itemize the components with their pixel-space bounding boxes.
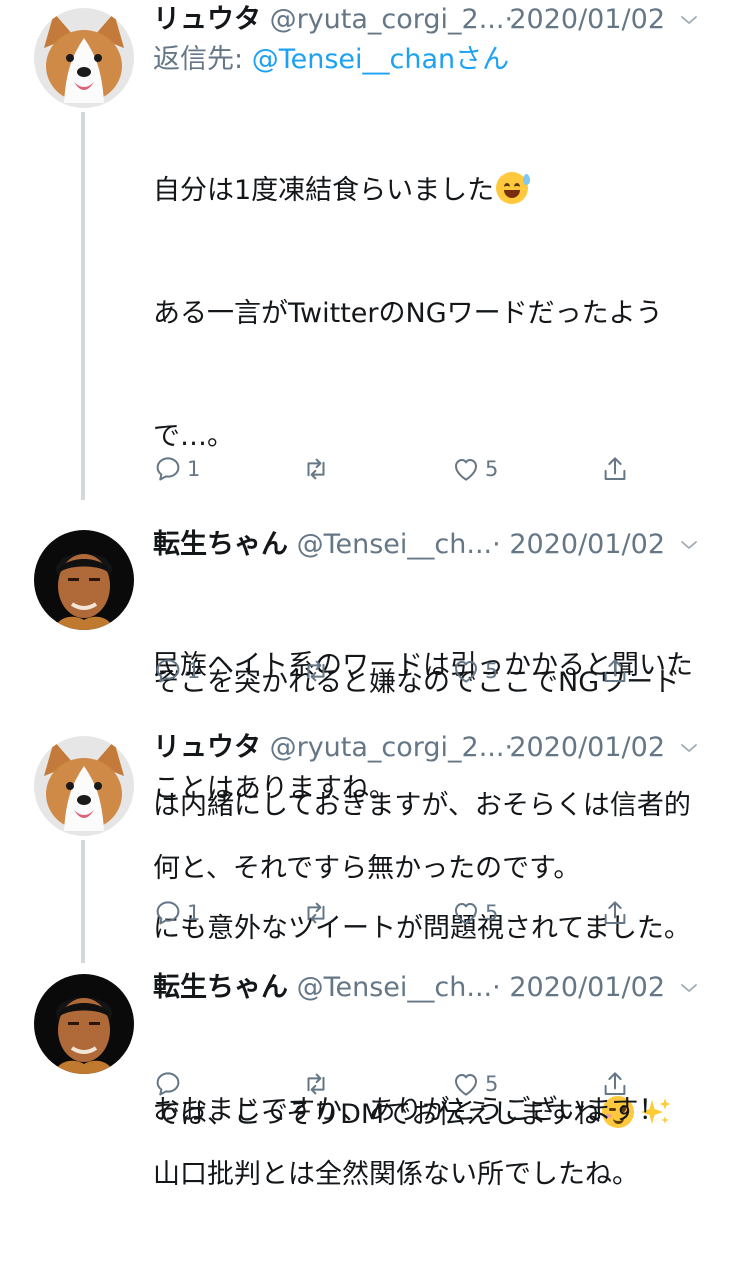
reply-icon xyxy=(153,1069,183,1099)
share-icon xyxy=(600,454,630,484)
tweet[interactable]: 転生ちゃん @Tensei__ch...· 2020/01/02 民族ヘイト系の… xyxy=(0,525,743,804)
avatar[interactable] xyxy=(34,530,134,630)
tweet-date[interactable]: 2020/01/02 xyxy=(509,968,665,1008)
replying-to: 返信先: @Tensei__chanさん xyxy=(153,40,509,80)
share-icon xyxy=(600,656,630,686)
chevron-down-icon[interactable] xyxy=(677,8,701,32)
retweet-button[interactable] xyxy=(301,1064,335,1104)
heart-icon xyxy=(451,656,481,686)
reply-icon xyxy=(153,454,183,484)
share-button[interactable] xyxy=(600,651,630,691)
user-handle[interactable]: @Tensei__ch... xyxy=(297,529,493,560)
reply-button[interactable]: 1 xyxy=(153,651,200,691)
user-handle[interactable]: @Tensei__ch... xyxy=(297,972,493,1003)
retweet-icon xyxy=(301,454,331,484)
display-name[interactable]: 転生ちゃん xyxy=(153,972,288,1003)
tweet[interactable]: 転生ちゃん @Tensei__ch...· 2020/01/02 おおまじですか… xyxy=(0,968,743,1126)
heart-icon xyxy=(451,898,481,928)
chevron-down-icon[interactable] xyxy=(677,736,701,760)
like-button[interactable]: 5 xyxy=(451,449,498,489)
like-button[interactable]: 5 xyxy=(451,893,498,933)
text-line: ある一言がTwitterのNGワードだったよう xyxy=(153,298,663,329)
reply-button[interactable] xyxy=(153,1064,187,1104)
tweet-header: リュウタ @ryuta_corgi_2...· 2020/01/02 xyxy=(153,728,723,768)
mention-suffix: さん xyxy=(455,44,510,75)
avatar[interactable] xyxy=(34,974,134,1074)
tweet-header: 転生ちゃん @Tensei__ch...· 2020/01/02 xyxy=(153,525,723,565)
thread-line xyxy=(81,840,85,963)
like-button[interactable]: 5 xyxy=(451,651,498,691)
heart-icon xyxy=(451,454,481,484)
tweet-actions: 1 5 xyxy=(153,449,633,489)
reply-button[interactable]: 1 xyxy=(153,449,200,489)
display-name[interactable]: リュウタ xyxy=(153,4,261,35)
tweet-text: おおまじですか、ありがとうございます！ xyxy=(153,1008,718,1213)
share-icon xyxy=(600,1069,630,1099)
avatar[interactable] xyxy=(34,736,134,836)
tweet-date[interactable]: 2020/01/02 xyxy=(509,525,665,565)
retweet-icon xyxy=(301,656,331,686)
reply-icon xyxy=(153,898,183,928)
like-count: 5 xyxy=(485,1072,499,1096)
reply-count: 1 xyxy=(187,457,201,481)
retweet-button[interactable] xyxy=(301,893,335,933)
retweet-button[interactable] xyxy=(301,449,335,489)
tweet[interactable]: リュウタ @ryuta_corgi_2...· 2020/01/02 返信先: … xyxy=(0,0,743,1190)
chevron-down-icon[interactable] xyxy=(677,976,701,1000)
replying-prefix: 返信先: xyxy=(153,44,252,75)
share-button[interactable] xyxy=(600,1064,630,1104)
display-name[interactable]: 転生ちゃん xyxy=(153,529,288,560)
grinning-sweat-emoji-icon xyxy=(496,172,531,204)
tweet-date[interactable]: 2020/01/02 xyxy=(509,728,665,768)
reply-count: 1 xyxy=(187,659,201,683)
tweet-date[interactable]: 2020/01/02 xyxy=(509,0,665,40)
tweet[interactable]: リュウタ @ryuta_corgi_2...· 2020/01/02 何と、それ… xyxy=(0,728,743,1130)
display-name[interactable]: リュウタ xyxy=(153,732,261,763)
share-icon xyxy=(600,898,630,928)
like-count: 5 xyxy=(485,457,499,481)
share-button[interactable] xyxy=(600,893,630,933)
reply-count: 1 xyxy=(187,901,201,925)
like-button[interactable]: 5 xyxy=(451,1064,498,1104)
text-line: 自分は1度凍結食らいました xyxy=(153,175,495,206)
heart-icon xyxy=(451,1069,481,1099)
retweet-icon xyxy=(301,1069,331,1099)
tweet-header: 転生ちゃん @Tensei__ch...· 2020/01/02 xyxy=(153,968,723,1008)
retweet-button[interactable] xyxy=(301,651,335,691)
like-count: 5 xyxy=(485,659,499,683)
reply-icon xyxy=(153,656,183,686)
mention-link[interactable]: @Tensei__chan xyxy=(252,44,455,75)
user-handle[interactable]: @ryuta_corgi_2... xyxy=(270,732,505,763)
user-handle[interactable]: @ryuta_corgi_2... xyxy=(270,4,505,35)
like-count: 5 xyxy=(485,901,499,925)
separator: · xyxy=(492,972,501,1003)
avatar[interactable] xyxy=(34,8,134,108)
tweet-header: リュウタ @ryuta_corgi_2...· 2020/01/02 xyxy=(153,0,723,40)
tweet-actions: 1 5 xyxy=(153,893,633,933)
retweet-icon xyxy=(301,898,331,928)
thread-line xyxy=(81,112,85,500)
text-line: 何と、それですら無かったのです。 xyxy=(153,853,581,884)
separator: · xyxy=(492,529,501,560)
tweet-actions: 1 5 xyxy=(153,651,633,691)
reply-button[interactable]: 1 xyxy=(153,893,200,933)
share-button[interactable] xyxy=(600,449,630,489)
tweet-actions: 5 xyxy=(153,1064,633,1104)
chevron-down-icon[interactable] xyxy=(677,533,701,557)
